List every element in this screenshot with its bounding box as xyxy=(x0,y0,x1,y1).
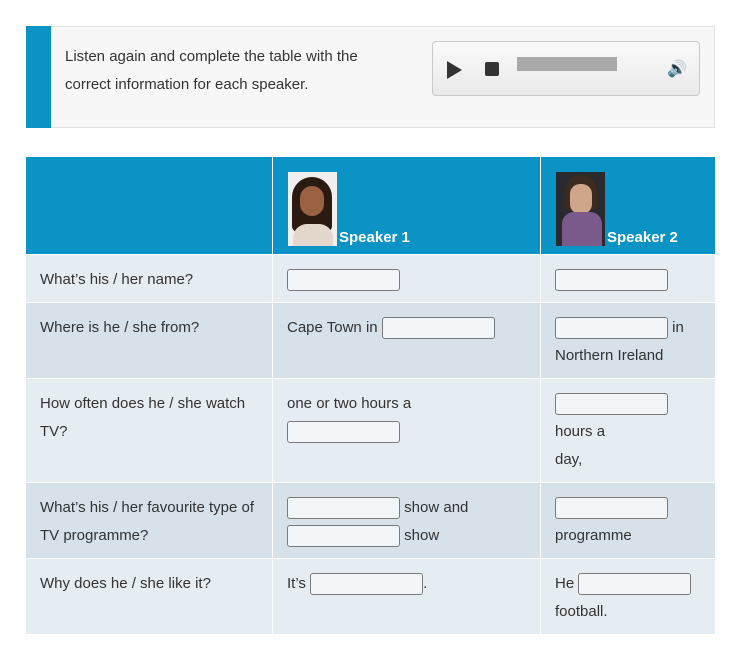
header-empty xyxy=(26,157,273,255)
speaker-2-from-place: Northern Ireland xyxy=(555,347,664,364)
question-why: Why does he / she like it? xyxy=(26,558,273,634)
speaker-1-from-prefix: Cape Town in xyxy=(287,319,378,336)
speaker-2-fav-input[interactable] xyxy=(555,497,668,520)
instructions-line-2: correct information for each speaker. xyxy=(65,76,309,93)
speaker-1-label: Speaker 1 xyxy=(339,229,410,246)
speaker-1-photo xyxy=(288,172,337,246)
table-row: What’s his / her name? xyxy=(26,254,715,303)
speaker-1-fav-text-1: show and xyxy=(404,499,469,516)
speaker-2-from-suffix: in xyxy=(672,319,684,336)
table-row: How often does he / she watch TV? one or… xyxy=(26,378,715,483)
table-row: What’s his / her favourite type of TV pr… xyxy=(26,482,715,559)
speaker-2-why-prefix: He xyxy=(555,575,575,592)
speaker-1-country-input[interactable] xyxy=(381,317,495,340)
stop-icon[interactable] xyxy=(485,62,499,76)
audio-player: 🔊 xyxy=(432,41,700,96)
speaker-2-from-cell: in Northern Ireland xyxy=(540,302,715,379)
speaker-2-town-input[interactable] xyxy=(555,317,668,340)
speaker-2-name-cell xyxy=(540,254,715,303)
speaker-2-why-input[interactable] xyxy=(578,573,692,596)
accent-bar xyxy=(26,26,51,128)
speaker-2-name-input[interactable] xyxy=(555,269,668,292)
instructions-line-1: Listen again and complete the table with… xyxy=(65,48,358,65)
audio-progress-track[interactable] xyxy=(517,57,617,71)
instructions-text: Listen again and complete the table with… xyxy=(65,43,405,99)
question-how-often: How often does he / she watch TV? xyxy=(26,378,273,483)
volume-icon[interactable]: 🔊 xyxy=(667,59,687,79)
speaker-1-name-cell xyxy=(272,254,541,303)
speaker-1-fav-cell: show and show xyxy=(272,482,541,559)
speaker-1-often-text: one or two hours a xyxy=(287,395,412,412)
header-row: Speaker 1 Speaker 2 xyxy=(26,157,715,255)
speaker-1-from-cell: Cape Town in xyxy=(272,302,541,379)
speaker-1-why-suffix: . xyxy=(423,575,428,592)
speaker-2-fav-suffix: programme xyxy=(555,527,632,544)
speaker-1-fav-text-2: show xyxy=(404,527,440,544)
header-speaker-2: Speaker 2 xyxy=(540,157,715,255)
question-from: Where is he / she from? xyxy=(26,302,273,379)
question-name: What’s his / her name? xyxy=(26,254,273,303)
speaker-1-fav-input-2[interactable] xyxy=(287,525,400,548)
speaker-2-often-suffix: hours a xyxy=(555,423,606,440)
speaker-2-often-input[interactable] xyxy=(555,393,668,416)
speaker-1-name-input[interactable] xyxy=(287,269,400,292)
speaker-1-often-cell: one or two hours a xyxy=(272,378,541,483)
speaker-2-often-day: day, xyxy=(555,451,583,468)
speaker-1-why-input[interactable] xyxy=(310,573,424,596)
instructions-panel: Listen again and complete the table with… xyxy=(26,26,715,128)
question-favourite: What’s his / her favourite type of TV pr… xyxy=(26,482,273,559)
speaker-1-why-prefix: It’s xyxy=(287,575,306,592)
table-row: Where is he / she from? Cape Town in in … xyxy=(26,302,715,379)
speaker-1-fav-input-1[interactable] xyxy=(287,497,400,520)
header-speaker-1: Speaker 1 xyxy=(272,157,541,255)
speaker-2-fav-cell: programme xyxy=(540,482,715,559)
answer-table: Speaker 1 Speaker 2 What’s his / her nam… xyxy=(26,157,715,634)
speaker-2-why-suffix: football. xyxy=(555,603,608,620)
speaker-2-label: Speaker 2 xyxy=(607,229,678,246)
speaker-1-often-input[interactable] xyxy=(287,421,400,444)
speaker-1-why-cell: It’s . xyxy=(272,558,541,634)
table-row: Why does he / she like it? It’s . He foo… xyxy=(26,558,715,634)
speaker-2-photo xyxy=(556,172,605,246)
play-icon[interactable] xyxy=(447,61,462,79)
speaker-2-often-cell: hours a day, xyxy=(540,378,715,483)
speaker-2-why-cell: He football. xyxy=(540,558,715,634)
